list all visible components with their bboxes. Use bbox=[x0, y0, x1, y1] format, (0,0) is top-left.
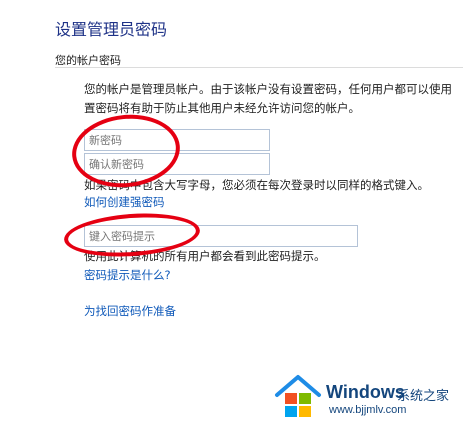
section-divider bbox=[55, 67, 463, 68]
password-hint-help-link[interactable]: 密码提示是什么? bbox=[84, 267, 171, 283]
section-label: 您的帐户密码 bbox=[55, 54, 121, 67]
confirm-password-input[interactable] bbox=[84, 153, 270, 175]
strong-password-link[interactable]: 如何创建强密码 bbox=[84, 194, 165, 210]
new-password-input[interactable] bbox=[84, 129, 270, 151]
watermark-brand-cn: 系统之家 bbox=[397, 389, 450, 404]
house-windows-logo-icon bbox=[275, 375, 321, 417]
watermark-brand: Windows bbox=[326, 382, 405, 402]
page-title: 设置管理员密码 bbox=[55, 20, 168, 39]
account-description: 您的帐户是管理员帐户。由于该帐户没有设置密码，任何用户都可以使用置密码将有助于防… bbox=[84, 82, 452, 115]
case-sensitivity-note: 如果密码中包含大写字母，您必须在每次登录时以同样的格式键入。 bbox=[84, 178, 429, 192]
password-hint-input[interactable] bbox=[84, 225, 358, 247]
hint-visibility-note: 使用此计算机的所有用户都会看到此密码提示。 bbox=[84, 249, 326, 263]
password-reset-prep-link[interactable]: 为找回密码作准备 bbox=[84, 303, 176, 319]
watermark-url: www.bjjmlv.com bbox=[329, 404, 407, 416]
